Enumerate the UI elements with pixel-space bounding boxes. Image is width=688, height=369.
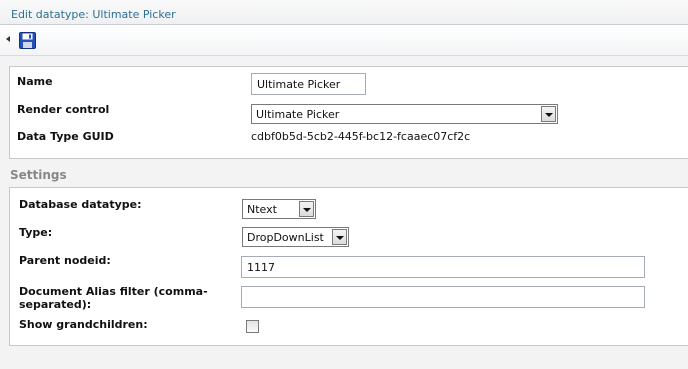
parent-nodeid-label: Parent nodeid:	[19, 254, 111, 267]
type-select[interactable]: DropDownList	[242, 227, 349, 247]
document-alias-filter-input[interactable]	[241, 286, 645, 308]
window-title: Edit datatype: Ultimate Picker	[11, 8, 176, 21]
name-label: Name	[17, 75, 53, 88]
database-datatype-label: Database datatype:	[19, 198, 142, 211]
type-label: Type:	[19, 226, 53, 239]
save-icon[interactable]	[19, 32, 36, 49]
name-input[interactable]	[251, 73, 366, 95]
settings-heading: Settings	[10, 168, 67, 182]
render-control-value: Ultimate Picker	[256, 108, 340, 121]
document-alias-filter-label: Document Alias filter (comma-separated):	[19, 285, 208, 311]
window-title-bar: Edit datatype: Ultimate Picker	[0, 0, 688, 25]
show-grandchildren-label: Show grandchildren:	[19, 318, 148, 331]
parent-nodeid-input[interactable]	[241, 256, 645, 278]
type-value: DropDownList	[247, 231, 324, 244]
show-grandchildren-checkbox[interactable]	[246, 320, 259, 333]
chevron-down-icon	[541, 106, 556, 122]
chevron-down-icon	[332, 229, 347, 245]
database-datatype-value: Ntext	[247, 203, 277, 216]
content-area: Name Render control Ultimate Picker Data…	[0, 56, 688, 369]
settings-panel: Database datatype: Ntext Type: DropDownL…	[9, 187, 688, 346]
render-control-label: Render control	[17, 103, 110, 116]
render-control-select[interactable]: Ultimate Picker	[251, 104, 558, 124]
chevron-down-icon	[299, 201, 314, 217]
guid-value: cdbf0b5d-5cb2-445f-bc12-fcaaec07cf2c	[251, 130, 471, 143]
toolbar	[0, 26, 688, 56]
general-panel: Name Render control Ultimate Picker Data…	[9, 66, 688, 159]
collapse-left-icon[interactable]	[6, 36, 10, 42]
database-datatype-select[interactable]: Ntext	[242, 199, 316, 219]
guid-label: Data Type GUID	[17, 130, 114, 143]
